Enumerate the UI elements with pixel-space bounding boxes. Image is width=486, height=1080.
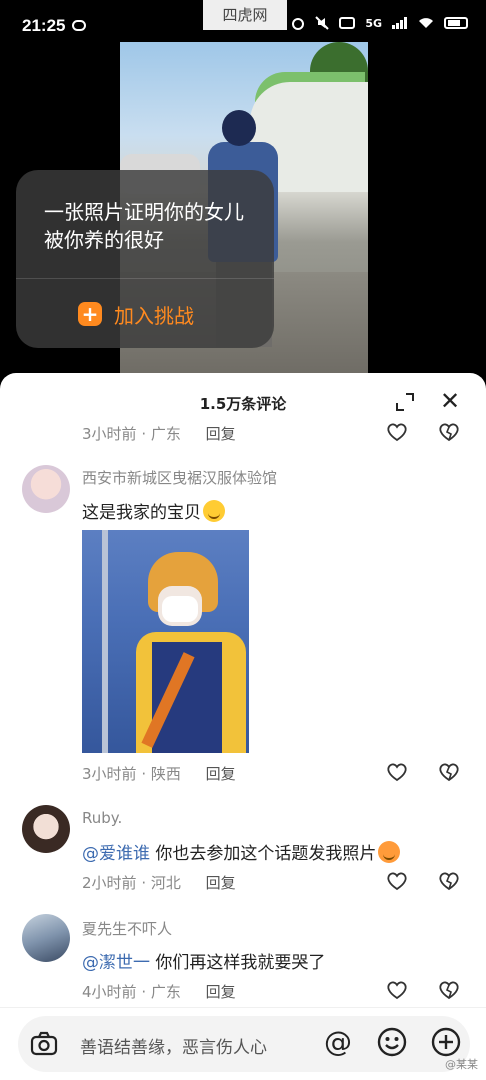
mention-link[interactable]: @潔世一	[82, 953, 150, 973]
signal-icon	[392, 17, 407, 29]
challenge-card[interactable]: 一张照片证明你的女儿被你养的很好 + 加入挑战	[16, 170, 274, 348]
mute-icon	[315, 16, 330, 30]
avatar[interactable]	[22, 465, 70, 513]
like-icon[interactable]	[386, 870, 408, 892]
comment-username[interactable]: 夏先生不吓人	[82, 918, 172, 939]
comment-meta: 4小时前 · 广东 回复	[82, 983, 236, 1001]
comment-image[interactable]	[82, 530, 249, 753]
reply-button[interactable]: 回复	[206, 874, 236, 892]
dislike-icon[interactable]	[438, 421, 460, 443]
plus-icon: +	[78, 302, 102, 326]
close-icon[interactable]: ✕	[438, 389, 462, 413]
comment-location: 广东	[150, 425, 181, 443]
comment-body: 这是我家的宝贝	[82, 503, 201, 523]
dislike-icon[interactable]	[438, 870, 460, 892]
reply-button[interactable]: 回复	[206, 983, 236, 1001]
comment-time: 3小时前	[82, 765, 137, 783]
wifi-icon	[419, 18, 433, 28]
reply-button[interactable]: 回复	[206, 425, 236, 443]
alarm-icon	[292, 18, 305, 30]
comment-body: 你们再这样我就要哭了	[155, 953, 326, 973]
grin-emoji-icon	[203, 500, 225, 522]
comments-panel: 1.5万条评论 ✕ 3小时前 · 广东 回复 西安市新城区曳裾汉服体验馆 这是我…	[0, 373, 486, 1080]
expand-icon[interactable]	[396, 393, 414, 411]
status-icons: 5G	[291, 16, 468, 30]
comment-meta: 2小时前 · 河北 回复	[82, 874, 236, 892]
join-challenge-button[interactable]: 加入挑战	[114, 300, 194, 329]
comment-time: 3小时前	[82, 425, 137, 443]
avatar[interactable]	[22, 914, 70, 962]
comment-text: 这是我家的宝贝	[82, 498, 225, 523]
emoji-icon[interactable]	[376, 1026, 408, 1058]
comment-time: 4小时前	[82, 983, 137, 1001]
comment-body: 你也去参加这个话题发我照片	[155, 844, 377, 864]
comment-time: 2小时前	[82, 874, 137, 892]
comment-location: 河北	[150, 874, 181, 892]
comment-meta: 3小时前 · 陕西 回复	[82, 765, 236, 783]
weibo-watermark: @某某	[445, 1058, 478, 1071]
comment-meta: 3小时前 · 广东 回复	[82, 425, 236, 443]
avatar[interactable]	[22, 805, 70, 853]
like-icon[interactable]	[386, 761, 408, 783]
heart-eyes-emoji-icon	[378, 841, 401, 863]
comment-text: @潔世一 你们再这样我就要哭了	[82, 948, 325, 973]
battery-icon	[444, 17, 468, 29]
notification-icon	[72, 20, 86, 31]
comment-username[interactable]: Ruby.	[82, 809, 122, 827]
reply-button[interactable]: 回复	[206, 765, 236, 783]
input-placeholder: 善语结善缘，恶言伤人心	[80, 1038, 267, 1058]
comment-location: 广东	[150, 983, 181, 1001]
comment-text: @爱谁谁 你也去参加这个话题发我照片	[82, 839, 401, 864]
status-time: 21:25	[22, 16, 66, 35]
mention-at-icon[interactable]: @	[322, 1026, 354, 1058]
watermark: 四虎网	[203, 0, 287, 30]
comment-input-bar: 善语结善缘，恶言伤人心 @ @某某	[0, 1007, 486, 1080]
camera-icon[interactable]	[30, 1030, 58, 1058]
comment-username[interactable]: 西安市新城区曳裾汉服体验馆	[82, 467, 277, 488]
comment-location: 陕西	[150, 765, 181, 783]
network-label: 5G	[365, 16, 382, 30]
challenge-divider	[16, 278, 274, 279]
video-area[interactable]: 一张照片证明你的女儿被你养的很好 + 加入挑战	[0, 0, 486, 380]
challenge-text: 一张照片证明你的女儿被你养的很好	[44, 200, 244, 252]
mention-link[interactable]: @爱谁谁	[82, 844, 150, 864]
like-icon[interactable]	[386, 421, 408, 443]
dislike-icon[interactable]	[438, 761, 460, 783]
dislike-icon[interactable]	[438, 979, 460, 1001]
add-icon[interactable]	[430, 1026, 462, 1058]
like-icon[interactable]	[386, 979, 408, 1001]
nfc-icon	[339, 17, 356, 29]
